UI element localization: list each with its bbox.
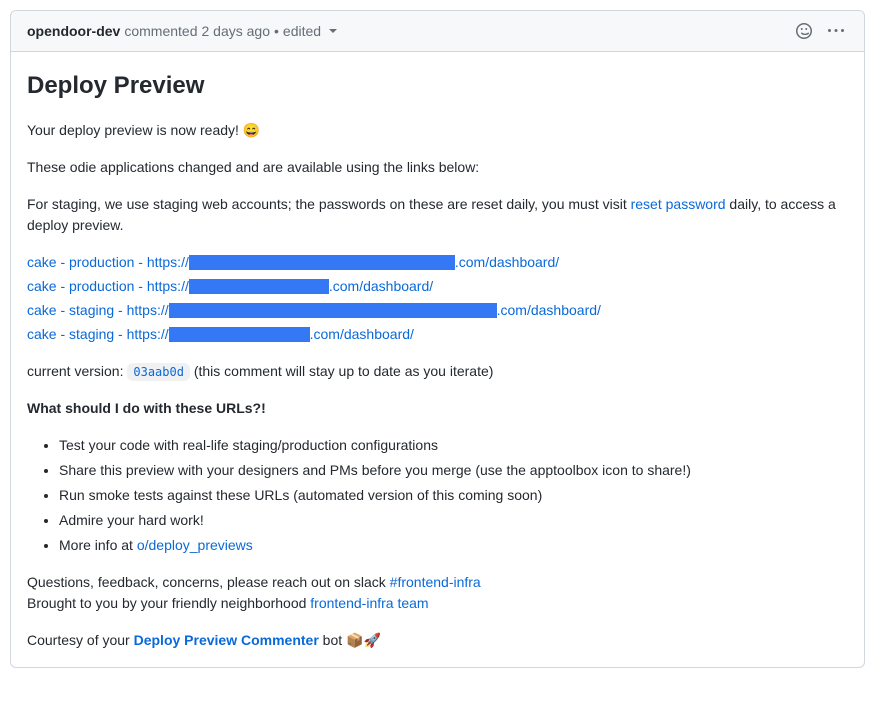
version-note: (this comment will stay up to date as yo… <box>190 363 493 379</box>
questions-prefix: Questions, feedback, concerns, please re… <box>27 574 390 590</box>
version-label: current version: <box>27 363 127 379</box>
deploy-links-block: cake - production - https:// .com/dashboa… <box>27 252 848 345</box>
team-link[interactable]: frontend-infra team <box>310 595 428 611</box>
deploy-link-line: cake - staging - https:// .com/dashboard/ <box>27 324 848 345</box>
redacted-segment <box>169 327 310 342</box>
deploy-link[interactable]: cake - production - https:// .com/dashboa… <box>27 254 559 270</box>
courtesy-line: Courtesy of your Deploy Preview Commente… <box>27 630 848 651</box>
commented-label: commented <box>124 23 197 39</box>
urls-heading: What should I do with these URLs?! <box>27 398 848 419</box>
comment-body: Deploy Preview Your deploy preview is no… <box>11 52 864 667</box>
link-suffix: .com/dashboard/ <box>310 326 414 342</box>
reaction-button[interactable] <box>792 19 816 43</box>
tip-item: Run smoke tests against these URLs (auto… <box>59 485 848 506</box>
courtesy-suffix: bot 📦🚀 <box>319 632 381 648</box>
deploy-link-line: cake - staging - https:// .com/dashboard/ <box>27 300 848 321</box>
comment-header-left: opendoor-dev commented 2 days ago • edit… <box>27 23 339 39</box>
more-info-link[interactable]: o/deploy_previews <box>137 537 253 553</box>
deploy-link-line: cake - production - https:// .com/dashboa… <box>27 276 848 297</box>
comment-header-actions <box>792 19 848 43</box>
courtesy-prefix: Courtesy of your <box>27 632 134 648</box>
urls-heading-text: What should I do with these URLs?! <box>27 400 266 416</box>
comment-header: opendoor-dev commented 2 days ago • edit… <box>11 11 864 52</box>
link-prefix: cake - staging - https:// <box>27 302 169 318</box>
more-info-prefix: More info at <box>59 537 137 553</box>
edited-dropdown[interactable] <box>325 29 339 33</box>
deploy-link-line: cake - production - https:// .com/dashboa… <box>27 252 848 273</box>
comment-author[interactable]: opendoor-dev <box>27 23 120 39</box>
redacted-segment <box>169 303 497 318</box>
separator: • <box>274 23 279 39</box>
redacted-segment <box>189 279 329 294</box>
comment-timestamp[interactable]: 2 days ago <box>202 23 271 39</box>
comment-container: opendoor-dev commented 2 days ago • edit… <box>10 10 865 668</box>
kebab-icon <box>828 23 844 39</box>
tip-item: Share this preview with your designers a… <box>59 460 848 481</box>
edited-label: edited <box>283 23 321 39</box>
changed-text: These odie applications changed and are … <box>27 157 848 178</box>
link-suffix: .com/dashboard/ <box>329 278 433 294</box>
tip-item: Admire your hard work! <box>59 510 848 531</box>
version-code: 03aab0d <box>127 363 190 381</box>
staging-note: For staging, we use staging web accounts… <box>27 194 848 236</box>
staging-prefix: For staging, we use staging web accounts… <box>27 196 631 212</box>
footer-contact: Questions, feedback, concerns, please re… <box>27 572 848 614</box>
tip-item: Test your code with real-life staging/pr… <box>59 435 848 456</box>
slack-channel-link[interactable]: #frontend-infra <box>390 574 481 590</box>
redacted-segment <box>189 255 455 270</box>
brought-prefix: Brought to you by your friendly neighbor… <box>27 595 310 611</box>
tips-list: Test your code with real-life staging/pr… <box>27 435 848 556</box>
link-suffix: .com/dashboard/ <box>497 302 601 318</box>
tip-item: More info at o/deploy_previews <box>59 535 848 556</box>
link-prefix: cake - production - https:// <box>27 254 189 270</box>
ready-text: Your deploy preview is now ready! 😄 <box>27 120 848 141</box>
deploy-link[interactable]: cake - production - https:// .com/dashboa… <box>27 278 433 294</box>
deploy-preview-title: Deploy Preview <box>27 68 848 104</box>
kebab-menu-button[interactable] <box>824 19 848 43</box>
link-suffix: .com/dashboard/ <box>455 254 559 270</box>
caret-down-icon <box>329 29 337 33</box>
deploy-link[interactable]: cake - staging - https:// .com/dashboard/ <box>27 302 601 318</box>
commenter-link[interactable]: Deploy Preview Commenter <box>134 632 319 648</box>
reset-password-link[interactable]: reset password <box>631 196 726 212</box>
link-prefix: cake - production - https:// <box>27 278 189 294</box>
version-line: current version: 03aab0d (this comment w… <box>27 361 848 382</box>
smiley-icon <box>796 23 812 39</box>
link-prefix: cake - staging - https:// <box>27 326 169 342</box>
deploy-link[interactable]: cake - staging - https:// .com/dashboard/ <box>27 326 414 342</box>
